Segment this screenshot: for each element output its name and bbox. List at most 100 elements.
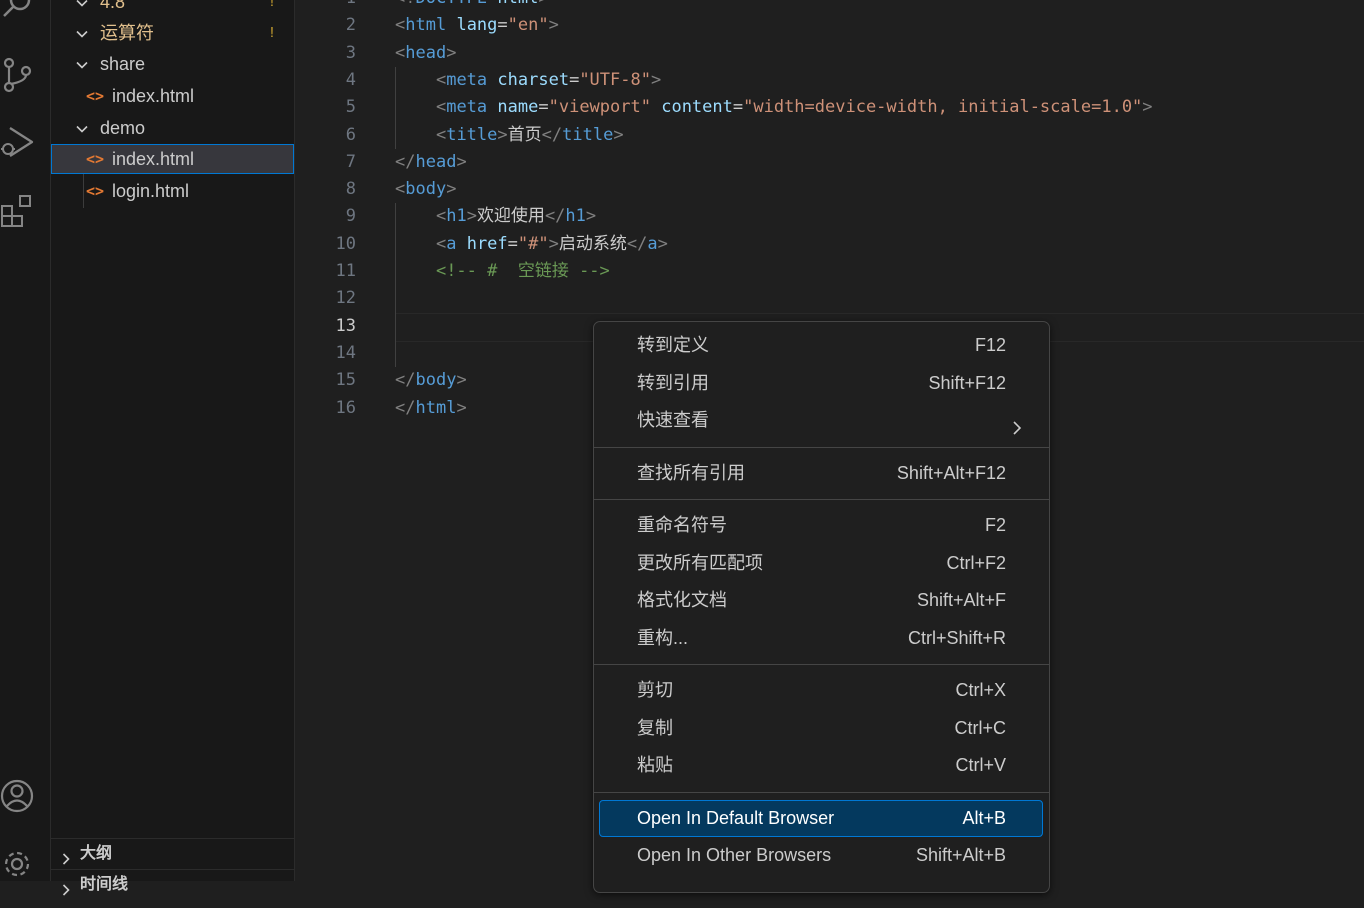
code-token: head — [405, 42, 447, 63]
code-token: "viewport" — [548, 97, 651, 118]
code-token: </ — [395, 370, 416, 391]
line-number: 9 — [345, 206, 356, 227]
code-token: </ — [626, 233, 648, 254]
menu-item-shortcut: F2 — [984, 515, 1006, 535]
line-number: 16 — [335, 397, 356, 418]
code-line: <html lang="en"> — [395, 12, 559, 39]
explorer-sidebar: 4.8 ! 运算符 ! share <> index.html demo <> … — [51, 0, 295, 896]
chevron-down-icon — [75, 0, 89, 10]
code-token: = — [538, 97, 549, 118]
menu-item-shortcut: Ctrl+V — [955, 755, 1006, 775]
search-icon[interactable] — [0, 0, 36, 22]
section-label: 时间线 — [80, 876, 129, 893]
tree-file-demo-login[interactable]: <> login.html — [51, 176, 294, 206]
menu-item[interactable]: 复制 Ctrl+C — [599, 710, 1043, 747]
code-token: </ — [395, 397, 416, 418]
menu-item[interactable]: 查找所有引用 Shift+Alt+F12 — [599, 455, 1043, 492]
code-token: < — [435, 124, 447, 145]
code-token: "en" — [507, 15, 549, 36]
tree-folder-operators[interactable]: 运算符 ! — [51, 18, 294, 48]
tree-file-demo-index[interactable]: <> index.html — [51, 144, 294, 174]
chevron-right-icon — [1009, 412, 1025, 435]
menu-item-shortcut: Shift+Alt+B — [915, 845, 1006, 865]
menu-item[interactable]: Open In Default Browser Alt+B — [599, 799, 1043, 837]
code-line: </body> — [395, 367, 467, 394]
code-token: "#" — [517, 233, 549, 254]
line-number: 13 — [335, 315, 356, 336]
menu-item-label: 重构... — [637, 627, 689, 648]
code-token: > — [456, 151, 467, 172]
tree-folder-demo[interactable]: demo — [51, 113, 294, 143]
code-token: meta — [446, 97, 488, 118]
menu-item-label: 复制 — [637, 717, 673, 738]
menu-item[interactable]: 重构... Ctrl+Shift+R — [599, 620, 1043, 657]
menu-item[interactable]: 剪切 Ctrl+X — [599, 672, 1043, 709]
code-line: <!-- # 空链接 --> — [395, 258, 610, 285]
tree-label: 运算符 — [100, 23, 154, 43]
code-line: <h1>欢迎使用</h1> — [395, 203, 596, 230]
code-token: charset — [497, 69, 570, 90]
source-control-icon[interactable] — [0, 57, 36, 93]
menu-item-shortcut: Shift+F12 — [928, 372, 1006, 393]
code-token: html — [415, 397, 457, 418]
code-token: > — [657, 233, 668, 254]
menu-item[interactable]: 快速查看 — [599, 402, 1043, 439]
chevron-down-icon — [75, 27, 89, 41]
extensions-icon[interactable] — [0, 194, 36, 230]
account-icon[interactable] — [0, 778, 36, 814]
menu-item[interactable]: 格式化文档 Shift+Alt+F — [599, 582, 1043, 619]
tree-file-share-index[interactable]: <> index.html — [51, 81, 294, 111]
code-token: <! — [395, 0, 415, 8]
timeline-section-header[interactable]: 时间线 — [51, 869, 294, 900]
chevron-down-icon — [75, 122, 89, 136]
tree-label: index.html — [112, 149, 195, 169]
code-token: name — [497, 97, 539, 118]
menu-item-shortcut: F12 — [974, 335, 1006, 355]
menu-item[interactable]: 转到定义 F12 — [599, 327, 1043, 364]
line-number: 12 — [335, 288, 356, 309]
code-line: </head> — [395, 149, 467, 176]
code-token: lang — [456, 15, 498, 36]
menu-item-shortcut: Shift+Alt+F12 — [896, 462, 1006, 483]
code-token: > — [497, 124, 508, 145]
code-line: <!DOCTYPE html> — [395, 0, 549, 12]
code-token: html — [405, 15, 447, 36]
modified-badge: ! — [269, 0, 274, 10]
menu-item-label: 剪切 — [637, 680, 673, 700]
code-token: = — [497, 15, 508, 36]
code-token: </ — [544, 206, 566, 227]
menu-item[interactable]: Open In Other Browsers Shift+Alt+B — [599, 837, 1043, 874]
code-token: > — [446, 179, 457, 200]
menu-item-label: 更改所有匹配项 — [637, 552, 763, 573]
code-token: < — [435, 206, 447, 227]
code-token: body — [405, 179, 447, 200]
html-file-icon: <> — [86, 150, 105, 168]
code-line: <a href="#">启动系统</a> — [395, 231, 668, 258]
menu-item[interactable]: 转到引用 Shift+F12 — [599, 365, 1043, 402]
tree-folder-4.8[interactable]: 4.8 ! — [51, 0, 294, 17]
tree-label: demo — [100, 118, 146, 138]
outline-section-header[interactable]: 大纲 — [51, 838, 294, 869]
menu-item[interactable]: 更改所有匹配项 Ctrl+F2 — [599, 545, 1043, 582]
code-token: meta — [446, 69, 488, 90]
run-debug-icon[interactable] — [0, 124, 36, 160]
menu-separator — [594, 499, 1049, 500]
code-token: > — [613, 124, 624, 145]
section-label: 大纲 — [80, 845, 113, 862]
code-token: head — [415, 151, 457, 172]
menu-item[interactable]: 粘贴 Ctrl+V — [599, 747, 1043, 784]
menu-item[interactable]: 重命名符号 F2 — [599, 507, 1043, 544]
tree-folder-share[interactable]: share — [51, 49, 294, 79]
settings-gear-icon[interactable] — [0, 846, 36, 882]
code-token: a — [647, 233, 658, 254]
code-token: < — [435, 69, 447, 90]
code-token: < — [395, 15, 406, 36]
chevron-down-icon — [75, 58, 89, 72]
tree-label: index.html — [112, 86, 195, 106]
code-line: </html> — [395, 395, 467, 422]
